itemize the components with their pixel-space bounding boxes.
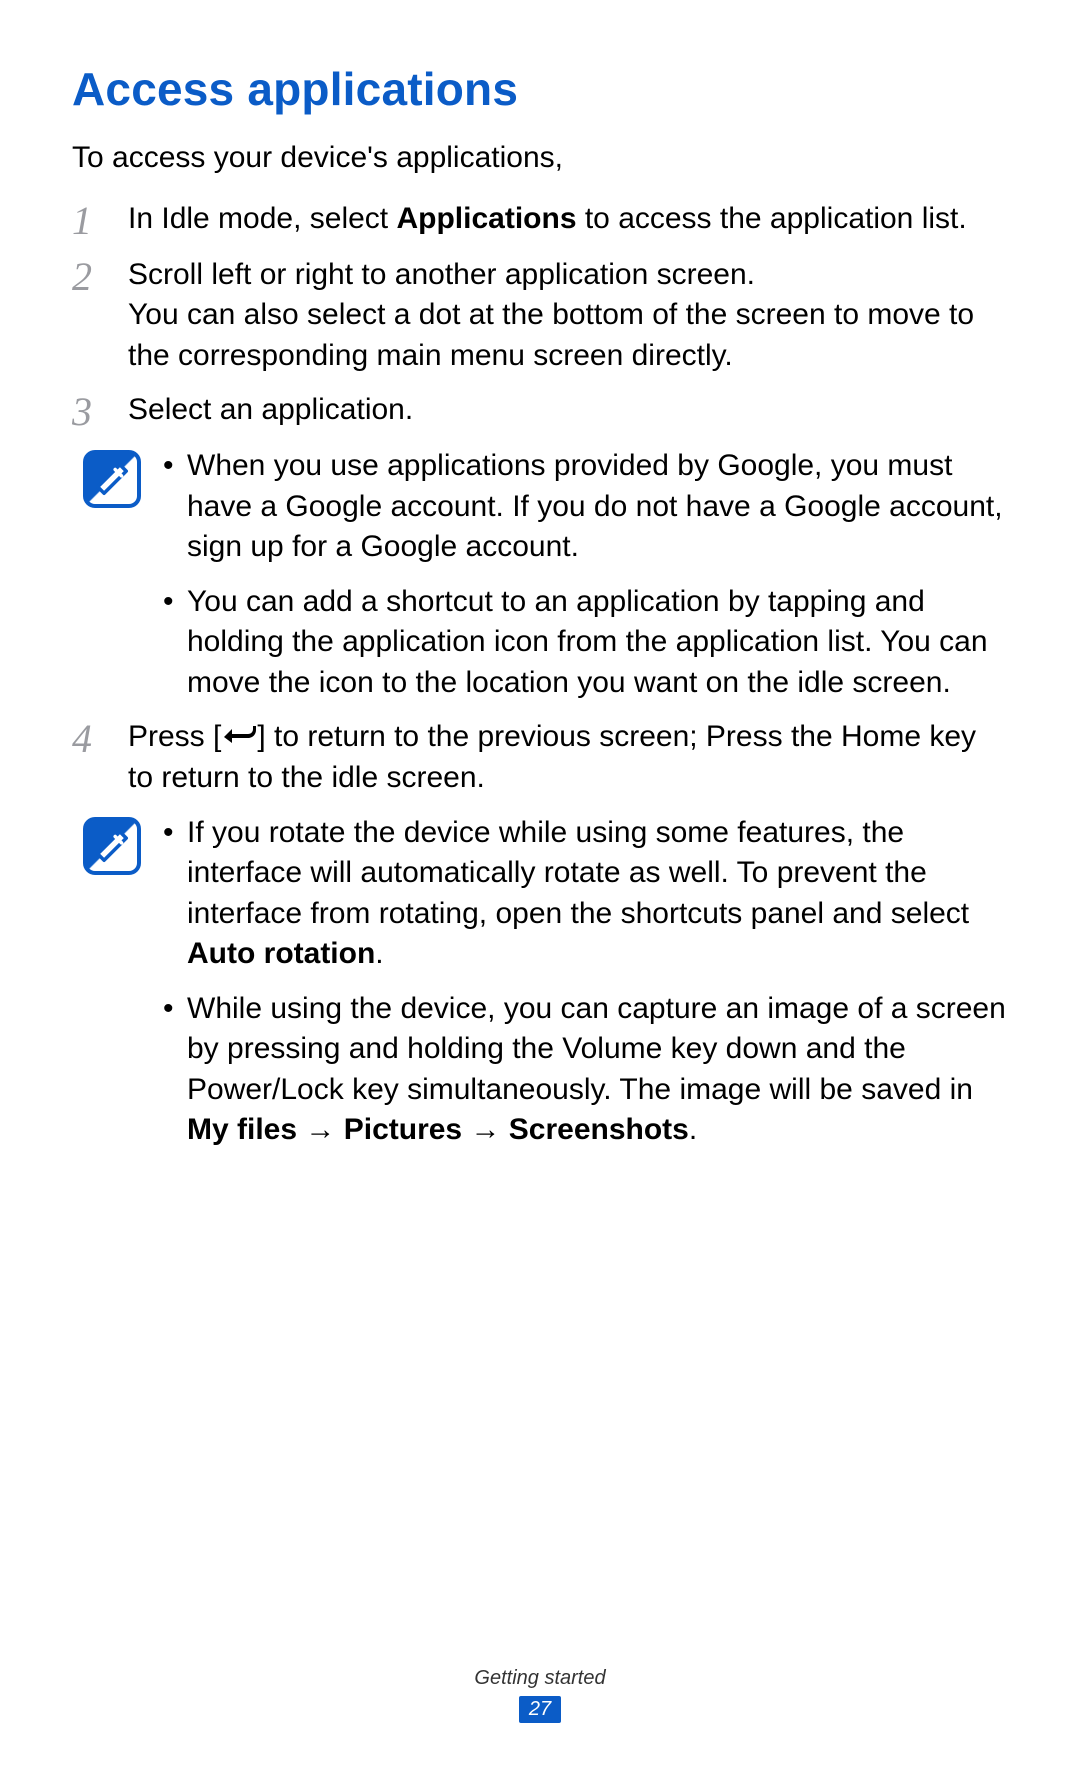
text-fragment: Press [ <box>128 720 221 753</box>
section-heading: Access applications <box>72 62 1008 116</box>
path-sep: → <box>297 1113 344 1146</box>
text-fragment: . <box>689 1113 697 1146</box>
page-footer: Getting started 27 <box>0 1667 1080 1723</box>
note-item: While using the device, you can capture … <box>159 989 1008 1151</box>
text-line: Scroll left or right to another applicat… <box>128 255 1008 296</box>
text-fragment: . <box>375 937 383 970</box>
step-4: 4 Press [] to return to the previous scr… <box>72 717 1008 799</box>
path-screenshots: Screenshots <box>509 1113 689 1146</box>
step-number: 4 <box>72 717 110 759</box>
text-fragment: to access the application list. <box>577 202 967 235</box>
step-text: Select an application. <box>128 390 413 431</box>
path-pictures: Pictures <box>344 1113 462 1146</box>
step-number: 1 <box>72 199 110 241</box>
text-line: You can also select a dot at the bottom … <box>128 295 1008 376</box>
ui-label-auto-rotation: Auto rotation <box>187 937 375 970</box>
step-3: 3 Select an application. <box>72 390 1008 432</box>
note-item: If you rotate the device while using som… <box>159 813 1008 975</box>
step-text: In Idle mode, select Applications to acc… <box>128 199 967 240</box>
note-item: You can add a shortcut to an application… <box>159 582 1008 704</box>
back-key-icon <box>221 718 257 759</box>
ui-label-applications: Applications <box>396 202 576 235</box>
note-icon <box>83 450 141 508</box>
step-1: 1 In Idle mode, select Applications to a… <box>72 199 1008 241</box>
text-fragment: If you rotate the device while using som… <box>187 816 969 930</box>
note-box: If you rotate the device while using som… <box>83 813 1008 1151</box>
intro-text: To access your device's applications, <box>72 138 1008 179</box>
path-my-files: My files <box>187 1113 297 1146</box>
footer-section-label: Getting started <box>0 1667 1080 1690</box>
text-fragment: In Idle mode, select <box>128 202 396 235</box>
step-text: Press [] to return to the previous scree… <box>128 717 1008 799</box>
step-number: 2 <box>72 255 110 297</box>
note-icon <box>83 817 141 875</box>
step-2: 2 Scroll left or right to another applic… <box>72 255 1008 377</box>
step-number: 3 <box>72 390 110 432</box>
text-fragment: While using the device, you can capture … <box>187 992 1006 1106</box>
note-item: When you use applications provided by Go… <box>159 446 1008 568</box>
note-box: When you use applications provided by Go… <box>83 446 1008 703</box>
path-sep: → <box>462 1113 509 1146</box>
page-number: 27 <box>519 1696 561 1723</box>
step-text: Scroll left or right to another applicat… <box>128 255 1008 377</box>
